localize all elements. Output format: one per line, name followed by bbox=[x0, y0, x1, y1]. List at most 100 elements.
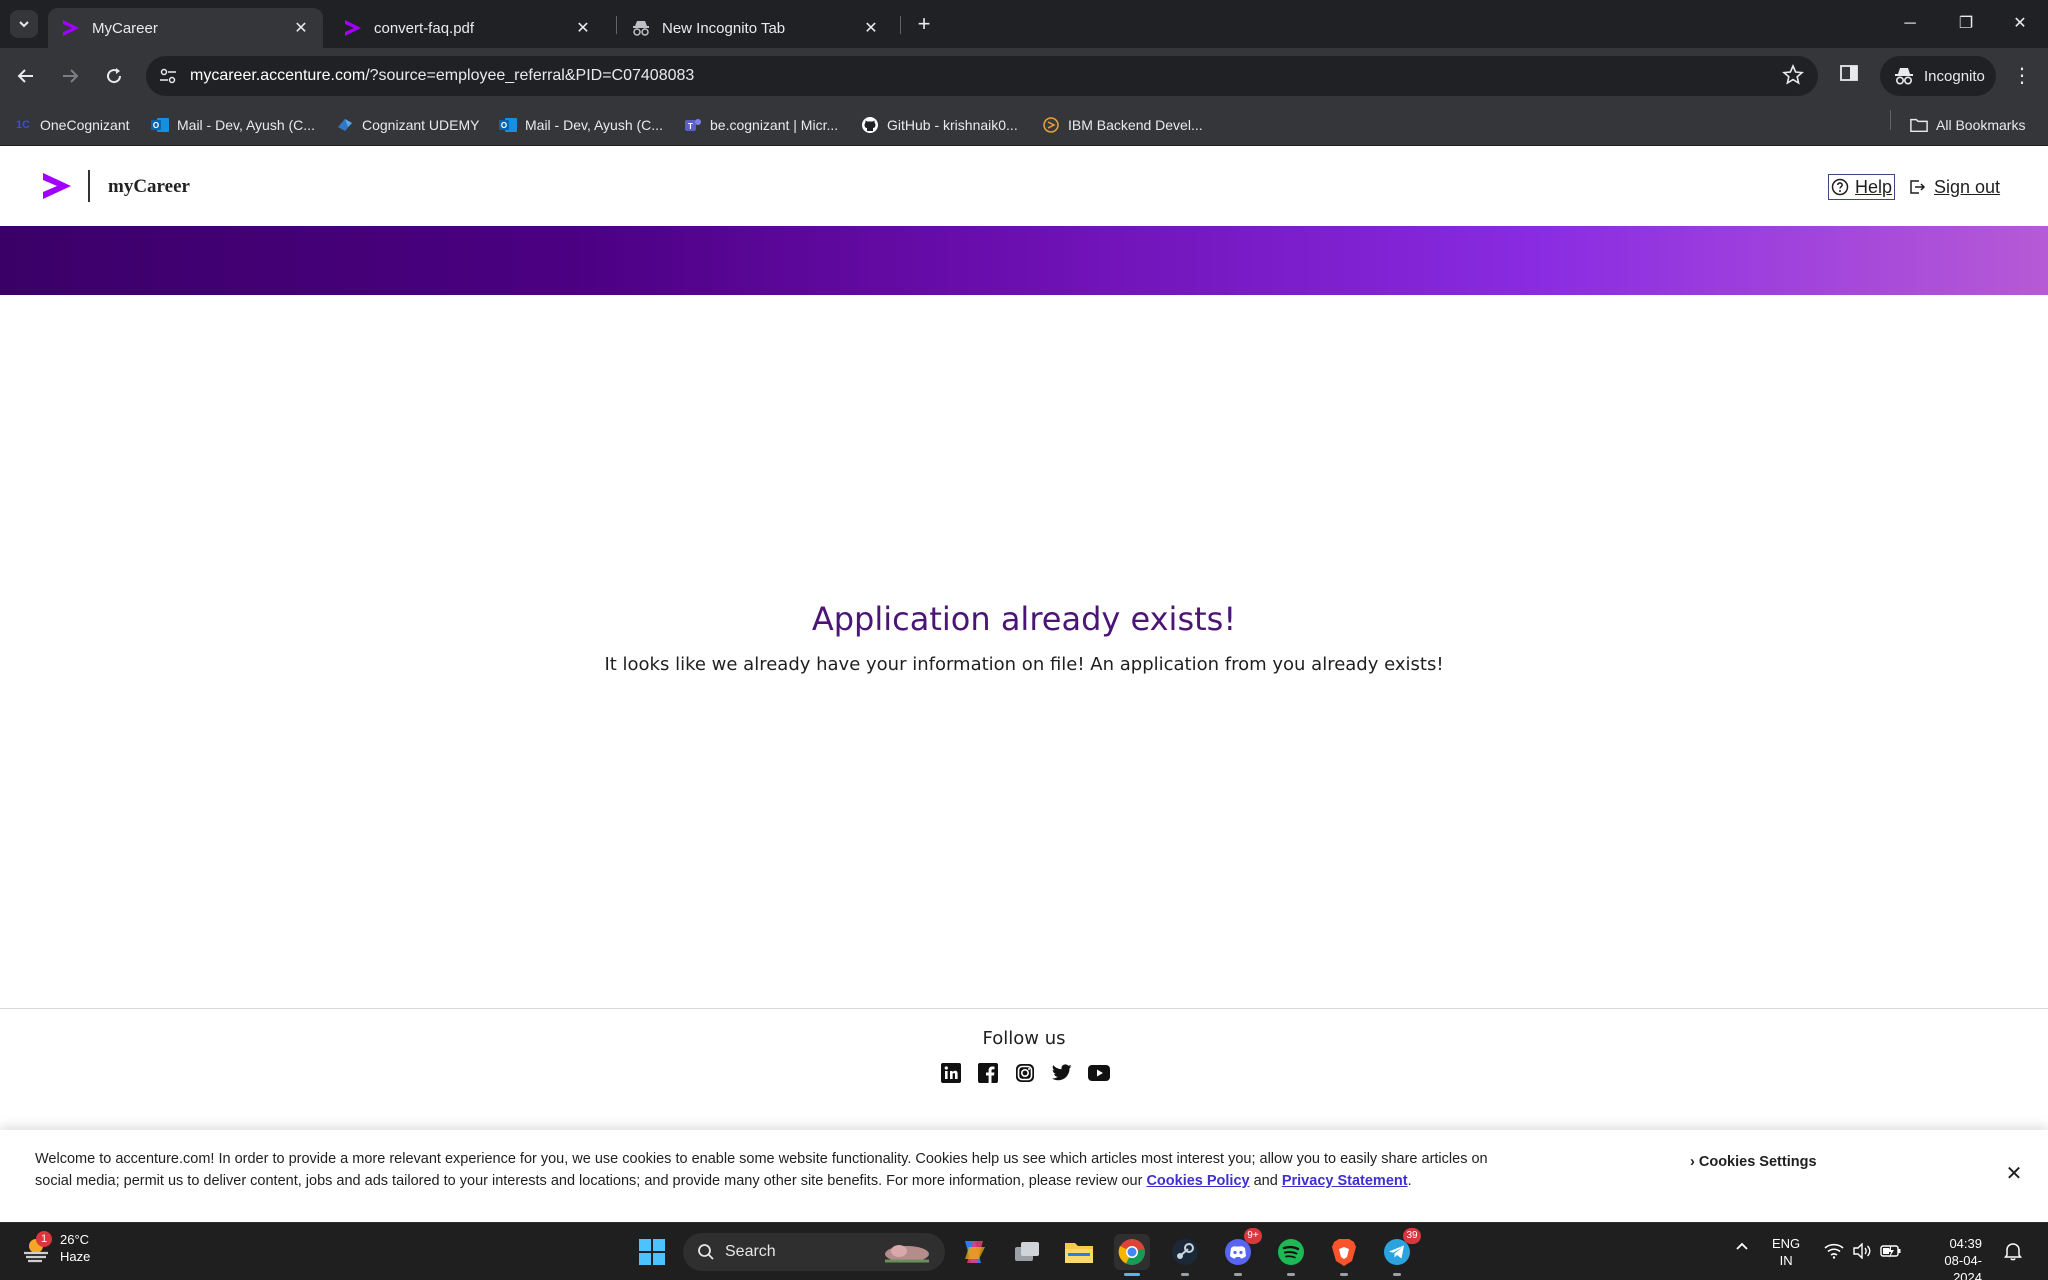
message-title: Application already exists! bbox=[811, 600, 1237, 638]
taskbar-search[interactable]: Search bbox=[683, 1233, 945, 1271]
forward-button[interactable] bbox=[56, 62, 84, 90]
show-hidden-icons[interactable] bbox=[1734, 1239, 1750, 1256]
running-indicator bbox=[1181, 1273, 1189, 1276]
help-circle-icon bbox=[1831, 178, 1849, 196]
signout-icon bbox=[1910, 180, 1926, 194]
address-bar[interactable]: mycareer.accenture.com/?source=employee_… bbox=[146, 56, 1818, 96]
tab-new-incognito[interactable]: New Incognito Tab ✕ bbox=[618, 8, 893, 48]
incognito-indicator[interactable]: Incognito bbox=[1880, 56, 1996, 96]
tab-title: New Incognito Tab bbox=[662, 19, 786, 37]
all-bookmarks[interactable]: All Bookmarks bbox=[1910, 114, 2025, 136]
instagram-icon[interactable] bbox=[1014, 1062, 1036, 1084]
minimize-icon[interactable]: ─ bbox=[1896, 10, 1924, 38]
running-indicator bbox=[1340, 1273, 1348, 1276]
brave-icon[interactable] bbox=[1326, 1234, 1362, 1276]
close-icon[interactable]: ✕ bbox=[573, 18, 593, 38]
volume-icon[interactable] bbox=[1852, 1242, 1872, 1262]
bookmarks-bar: 1C OneCognizant O Mail - Dev, Ayush (C..… bbox=[0, 104, 2048, 146]
browser-menu-icon[interactable]: ⋮ bbox=[2010, 62, 2034, 90]
spotify-icon[interactable] bbox=[1273, 1234, 1309, 1276]
notifications-icon[interactable] bbox=[2004, 1241, 2022, 1264]
help-label: Help bbox=[1855, 176, 1893, 197]
wifi-icon[interactable] bbox=[1824, 1243, 1844, 1262]
weather-badge: 1 bbox=[36, 1231, 52, 1247]
outlook-icon: O bbox=[499, 116, 517, 134]
task-view-icon[interactable] bbox=[1009, 1234, 1045, 1270]
svg-text:O: O bbox=[153, 121, 159, 130]
bookmark-mail-1[interactable]: O Mail - Dev, Ayush (C... bbox=[151, 114, 315, 136]
accenture-logo[interactable] bbox=[42, 172, 72, 205]
steam-icon[interactable] bbox=[1167, 1234, 1203, 1276]
twitter-icon[interactable] bbox=[1051, 1062, 1073, 1084]
search-highlight-icon bbox=[885, 1245, 929, 1263]
browser-tabstrip: MyCareer ✕ convert-faq.pdf ✕ New Incogni… bbox=[0, 0, 2048, 48]
svg-text:T: T bbox=[688, 122, 693, 131]
bookmarks-separator bbox=[1890, 110, 1891, 130]
weather-widget[interactable]: 1 26°C Haze bbox=[20, 1231, 90, 1265]
site-header: myCareer Help Sign out bbox=[0, 146, 2048, 226]
incognito-label: Incognito bbox=[1924, 67, 1985, 85]
signout-link[interactable]: Sign out bbox=[1908, 174, 2000, 200]
tab-title: convert-faq.pdf bbox=[374, 19, 475, 37]
site-info-icon[interactable] bbox=[154, 62, 182, 90]
region-code: IN bbox=[1779, 1253, 1793, 1268]
file-explorer-icon[interactable] bbox=[1061, 1234, 1097, 1270]
language-code: ENG bbox=[1772, 1236, 1801, 1251]
cookie-text: Welcome to accenture.com! In order to pr… bbox=[35, 1148, 1505, 1192]
clock[interactable]: 04:39 08-04-2024 bbox=[1916, 1235, 1982, 1280]
bookmark-be-cognizant[interactable]: T be.cognizant | Micr... bbox=[684, 114, 838, 136]
temperature: 26°C bbox=[60, 1232, 90, 1247]
bookmark-label: Mail - Dev, Ayush (C... bbox=[525, 117, 663, 133]
bookmark-github[interactable]: GitHub - krishnaik0... bbox=[861, 114, 1018, 136]
brand-name: myCareer bbox=[108, 176, 190, 197]
new-tab-button[interactable]: + bbox=[912, 12, 936, 36]
cognizant-icon bbox=[336, 116, 354, 134]
running-indicator bbox=[1393, 1273, 1401, 1276]
reload-button[interactable] bbox=[100, 62, 128, 90]
copilot-icon[interactable] bbox=[956, 1234, 992, 1270]
date: 08-04-2024 bbox=[1944, 1253, 1982, 1280]
close-icon[interactable]: ✕ bbox=[291, 18, 311, 38]
tab-search-button[interactable] bbox=[10, 10, 38, 38]
close-icon[interactable]: ✕ bbox=[861, 18, 881, 38]
side-panel-icon[interactable] bbox=[1838, 62, 1860, 89]
weather-text: 26°C Haze bbox=[60, 1231, 90, 1265]
language-indicator[interactable]: ENG IN bbox=[1772, 1235, 1800, 1269]
outlook-icon: O bbox=[151, 116, 169, 134]
footer-divider bbox=[0, 1008, 2048, 1009]
chrome-taskbar-icon[interactable] bbox=[1114, 1234, 1150, 1276]
battery-icon[interactable] bbox=[1880, 1243, 1902, 1262]
url-domain: mycareer.accenture.com bbox=[190, 67, 366, 84]
url-path: /?source=employee_referral&PID=C07408083 bbox=[365, 67, 695, 84]
bookmark-onecognizant[interactable]: 1C OneCognizant bbox=[14, 114, 130, 136]
tab-convert-faq[interactable]: convert-faq.pdf ✕ bbox=[330, 8, 605, 48]
bookmark-label: GitHub - krishnaik0... bbox=[887, 117, 1018, 133]
telegram-icon[interactable]: 39 bbox=[1379, 1228, 1421, 1276]
cookies-settings-button[interactable]: › Cookies Settings bbox=[1690, 1154, 1817, 1170]
back-button[interactable] bbox=[12, 62, 40, 90]
facebook-icon[interactable] bbox=[977, 1062, 999, 1084]
bookmark-mail-2[interactable]: O Mail - Dev, Ayush (C... bbox=[499, 114, 663, 136]
teams-icon: T bbox=[684, 116, 702, 134]
bookmark-star-icon[interactable] bbox=[1782, 63, 1804, 91]
running-indicator bbox=[1124, 1273, 1140, 1276]
message-body: It looks like we already have your infor… bbox=[604, 654, 1444, 675]
cookies-policy-link[interactable]: Cookies Policy bbox=[1146, 1173, 1249, 1189]
bookmark-label: Mail - Dev, Ayush (C... bbox=[177, 117, 315, 133]
signout-label: Sign out bbox=[1934, 176, 2001, 197]
privacy-statement-link[interactable]: Privacy Statement bbox=[1282, 1173, 1408, 1189]
chevron-down-icon bbox=[19, 21, 29, 28]
linkedin-icon[interactable] bbox=[940, 1062, 962, 1084]
running-indicator bbox=[1287, 1273, 1295, 1276]
tab-mycareer[interactable]: MyCareer ✕ bbox=[48, 8, 323, 48]
start-button[interactable] bbox=[634, 1234, 670, 1270]
youtube-icon[interactable] bbox=[1088, 1062, 1110, 1084]
bookmark-cognizant-udemy[interactable]: Cognizant UDEMY bbox=[336, 114, 480, 136]
discord-icon[interactable]: 9+ bbox=[1220, 1228, 1262, 1276]
restore-icon[interactable]: ❐ bbox=[1952, 10, 1980, 38]
window-close-icon[interactable]: ✕ bbox=[2006, 10, 2034, 38]
cookie-close-icon[interactable]: ✕ bbox=[2004, 1164, 2024, 1184]
reload-icon bbox=[107, 68, 122, 84]
help-link[interactable]: Help bbox=[1828, 174, 1896, 200]
bookmark-ibm[interactable]: IBM Backend Devel... bbox=[1042, 114, 1203, 136]
